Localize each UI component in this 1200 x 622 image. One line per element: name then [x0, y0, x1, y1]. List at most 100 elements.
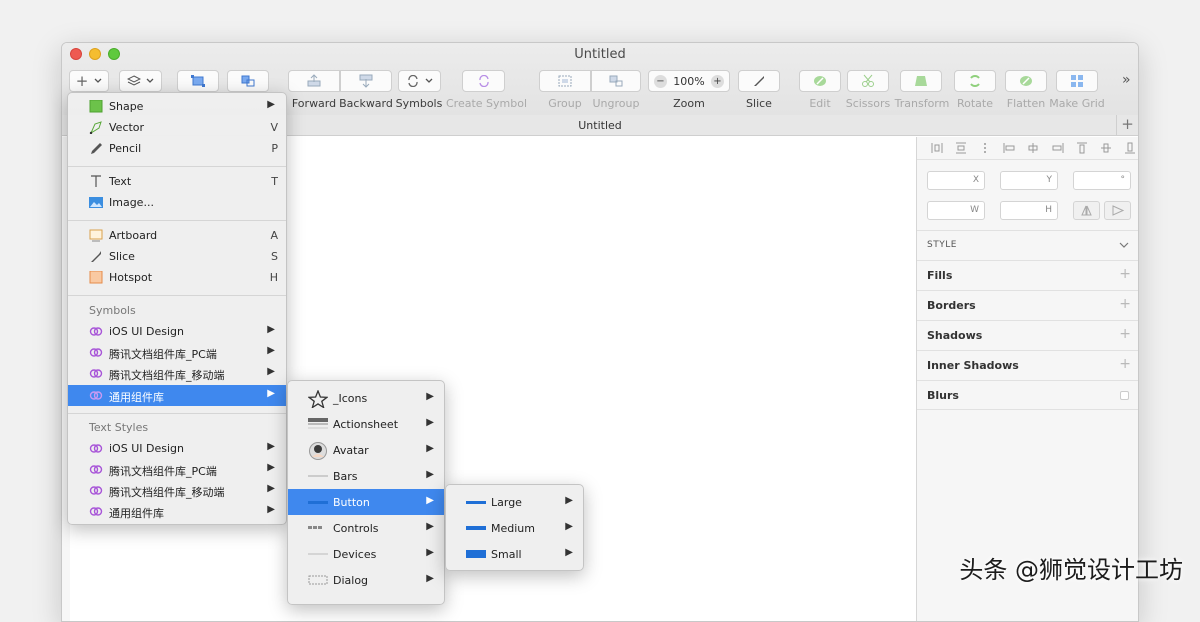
- transform-button[interactable]: [900, 70, 942, 92]
- menu-item-artboard[interactable]: Artboard A: [68, 225, 286, 246]
- fills-section[interactable]: Fills +: [917, 260, 1138, 290]
- send-backward-icon: [359, 74, 373, 88]
- edit-button[interactable]: [799, 70, 841, 92]
- menu-item-text-style-library[interactable]: iOS UI Design ▶: [68, 438, 286, 459]
- add-shadow-plus-icon[interactable]: +: [1119, 326, 1131, 342]
- submenu-arrow-icon: ▶: [565, 495, 573, 506]
- menu-item-slice[interactable]: Slice S: [68, 246, 286, 267]
- height-field[interactable]: H: [1000, 201, 1058, 220]
- borders-section[interactable]: Borders +: [917, 290, 1138, 320]
- submenu-item-large[interactable]: Large ▶: [446, 489, 583, 515]
- style-section-header[interactable]: STYLE: [917, 230, 1138, 260]
- symbols-button[interactable]: [398, 70, 441, 92]
- make-grid-button[interactable]: [1056, 70, 1098, 92]
- forward-button[interactable]: [288, 70, 340, 92]
- menu-item-symbol-library[interactable]: iOS UI Design ▶: [68, 321, 286, 342]
- align-top-icon[interactable]: [1072, 141, 1092, 155]
- submenu-item-label: _Icons: [333, 392, 368, 405]
- controls-thumbnail-icon: [308, 520, 328, 536]
- submenu-item-actionsheet[interactable]: Actionsheet ▶: [288, 411, 444, 437]
- vector-icon: [89, 121, 103, 135]
- submenu-item-label: Large: [491, 496, 522, 509]
- ungroup-button[interactable]: [591, 70, 641, 92]
- align-center-horizontal-icon[interactable]: [1023, 141, 1043, 155]
- menu-item-hotspot[interactable]: Hotspot H: [68, 267, 286, 288]
- submenu-item-dialog[interactable]: Dialog ▶: [288, 567, 444, 593]
- menu-item-text-style-library[interactable]: 通用组件库 ▶: [68, 501, 286, 522]
- toolbar-overflow-button[interactable]: »: [1122, 72, 1131, 88]
- menu-item-symbol-library[interactable]: 腾讯文档组件库_PC端 ▶: [68, 342, 286, 363]
- submenu-item-button-selected[interactable]: Button ▶: [288, 489, 444, 515]
- submenu-item-controls[interactable]: Controls ▶: [288, 515, 444, 541]
- menu-item-symbol-library[interactable]: 腾讯文档组件库_移动端 ▶: [68, 363, 286, 384]
- menu-item-vector[interactable]: Vector V: [68, 117, 286, 138]
- menu-item-image[interactable]: Image...: [68, 192, 286, 213]
- small-button-thumbnail-icon: [466, 546, 486, 562]
- backward-button[interactable]: [340, 70, 392, 92]
- layers-icon: [127, 75, 141, 86]
- menu-item-text-style-library[interactable]: 腾讯文档组件库_PC端 ▶: [68, 459, 286, 480]
- width-field[interactable]: W: [927, 201, 985, 220]
- layers-button[interactable]: [119, 70, 162, 92]
- rotation-field[interactable]: °: [1073, 171, 1131, 190]
- align-middle-icon[interactable]: [1096, 141, 1116, 155]
- menu-item-shape[interactable]: Shape ▶: [68, 96, 286, 117]
- menu-item-text-style-library[interactable]: 腾讯文档组件库_移动端 ▶: [68, 480, 286, 501]
- menu-divider: [68, 166, 286, 167]
- group-button[interactable]: [539, 70, 591, 92]
- menu-item-text[interactable]: Text T: [68, 171, 286, 192]
- submenu-item-label: Avatar: [333, 444, 369, 457]
- menu-item-pencil[interactable]: Pencil P: [68, 138, 286, 159]
- flip-horizontal-button[interactable]: [1073, 201, 1100, 220]
- chevron-down-icon: [1119, 242, 1129, 248]
- submenu-item-devices[interactable]: Devices ▶: [288, 541, 444, 567]
- slice-button[interactable]: [738, 70, 780, 92]
- add-fill-plus-icon[interactable]: +: [1119, 266, 1131, 282]
- text-styles-header: Text Styles: [89, 421, 149, 434]
- add-inner-shadow-plus-icon[interactable]: +: [1119, 356, 1131, 372]
- distribute-vertical-icon[interactable]: [951, 141, 971, 155]
- shortcut-label: H: [269, 271, 278, 284]
- menu-item-label: Pencil: [109, 142, 142, 155]
- x-field[interactable]: X: [927, 171, 985, 190]
- create-symbol-button[interactable]: [462, 70, 505, 92]
- submenu-item-label: Medium: [491, 522, 535, 535]
- menu-item-symbol-library-selected[interactable]: 通用组件库 ▶: [68, 385, 286, 406]
- add-border-plus-icon[interactable]: +: [1119, 296, 1131, 312]
- submenu-item-bars[interactable]: Bars ▶: [288, 463, 444, 489]
- add-tab-button[interactable]: +: [1116, 115, 1138, 136]
- more-align-icon[interactable]: [975, 141, 995, 155]
- zoom-out-button[interactable]: −: [654, 74, 667, 88]
- symbols-label: Symbols: [395, 97, 443, 110]
- menu-item-label: 腾讯文档组件库_移动端: [109, 486, 225, 499]
- submenu-item-icons[interactable]: _Icons ▶: [288, 385, 444, 411]
- rotate-button[interactable]: [954, 70, 996, 92]
- actionsheet-thumbnail-icon: [308, 416, 328, 432]
- submenu-arrow-icon: ▶: [426, 573, 434, 584]
- mask-tool-button[interactable]: [227, 70, 269, 92]
- shadows-section[interactable]: Shadows +: [917, 320, 1138, 350]
- menu-item-label: Shape: [109, 100, 144, 113]
- align-left-icon[interactable]: [999, 141, 1019, 155]
- submenu-item-small[interactable]: Small ▶: [446, 541, 583, 567]
- menu-item-label: Slice: [109, 250, 135, 263]
- flatten-button[interactable]: [1005, 70, 1047, 92]
- blur-checkbox[interactable]: [1120, 391, 1129, 400]
- align-bottom-icon[interactable]: [1120, 141, 1138, 155]
- insert-button[interactable]: +: [69, 70, 109, 92]
- inner-shadows-section[interactable]: Inner Shadows +: [917, 350, 1138, 380]
- y-field[interactable]: Y: [1000, 171, 1058, 190]
- flip-vertical-button[interactable]: [1104, 201, 1131, 220]
- submenu-item-avatar[interactable]: Avatar ▶: [288, 437, 444, 463]
- align-right-icon[interactable]: [1048, 141, 1068, 155]
- distribute-horizontal-icon[interactable]: [927, 141, 947, 155]
- submenu-item-medium[interactable]: Medium ▶: [446, 515, 583, 541]
- artboard-tool-button[interactable]: [177, 70, 219, 92]
- zoom-in-button[interactable]: +: [710, 74, 724, 88]
- scissors-button[interactable]: [847, 70, 889, 92]
- blurs-section[interactable]: Blurs: [917, 380, 1138, 410]
- submenu-arrow-icon: ▶: [565, 547, 573, 558]
- pencil-icon: [89, 142, 103, 155]
- slice-knife-icon: [754, 76, 764, 86]
- zoom-control[interactable]: − 100% +: [648, 70, 730, 92]
